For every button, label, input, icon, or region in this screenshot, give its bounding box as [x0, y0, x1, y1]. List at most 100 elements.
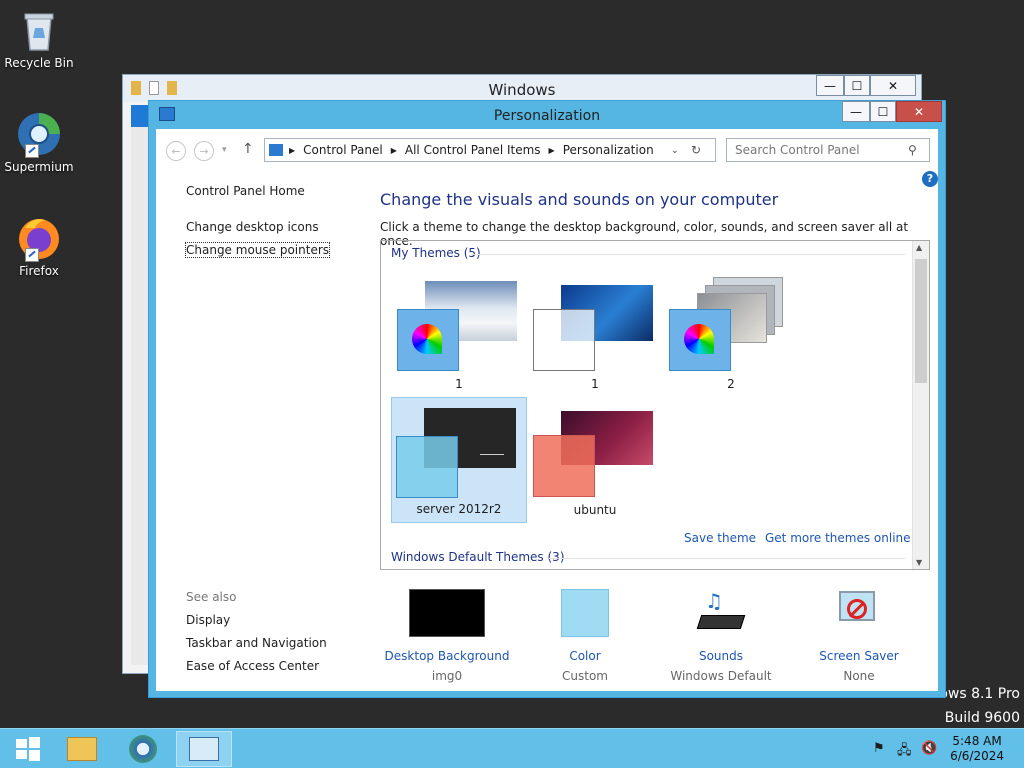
taskbar-file-explorer[interactable]: [54, 731, 110, 767]
start-button[interactable]: [0, 731, 56, 767]
theme-tile[interactable]: 1: [527, 271, 663, 397]
theme-color-swatch: [533, 309, 595, 371]
color-swatch: [561, 589, 609, 637]
display-link[interactable]: Display: [186, 613, 230, 627]
taskbar-control-panel[interactable]: [176, 731, 232, 767]
os-watermark-edition: ows 8.1 Pro: [939, 686, 1020, 702]
shortcut-arrow-icon: [25, 248, 39, 262]
explorer-nav-pane: [131, 105, 149, 665]
scroll-up-icon[interactable]: ▲: [916, 243, 922, 252]
change-desktop-icons-link[interactable]: Change desktop icons: [186, 220, 319, 234]
volume-muted-icon[interactable]: 🔇: [921, 741, 937, 756]
my-themes-group-label: My Themes (5): [391, 246, 481, 260]
recent-locations-chevron-icon[interactable]: ▾: [222, 145, 227, 155]
desktop-background-item[interactable]: Desktop Background img0: [382, 589, 512, 683]
address-row: ← → ▾ ↑ ▶ Control Panel ▶ All Control Pa…: [156, 137, 938, 163]
maximize-button[interactable]: ☐: [870, 101, 896, 122]
desktop-background-thumbnail: [409, 589, 485, 637]
clock-time: 5:48 AM: [952, 734, 1002, 748]
taskbar-navigation-link[interactable]: Taskbar and Navigation: [186, 636, 327, 650]
address-dropdown-icon[interactable]: ⌄: [671, 145, 679, 156]
search-icon[interactable]: ⚲: [908, 143, 917, 157]
search-input[interactable]: Search Control Panel: [726, 138, 930, 162]
screen-saver-value: None: [843, 669, 875, 683]
back-button[interactable]: ←: [166, 141, 186, 161]
recycle-bin-shortcut[interactable]: Recycle Bin: [4, 6, 74, 70]
breadcrumb-personalization[interactable]: Personalization: [563, 143, 654, 157]
color-item[interactable]: Color Custom: [520, 589, 650, 683]
explorer-window-title: Windows: [488, 81, 556, 99]
scroll-down-icon[interactable]: ▼: [916, 558, 922, 567]
theme-color-swatch: [396, 436, 458, 498]
file-explorer-icon: [67, 737, 97, 761]
breadcrumb-separator-icon: ▶: [390, 145, 397, 155]
theme-color-swatch: [397, 309, 459, 371]
theme-tile[interactable]: 1: [391, 271, 527, 397]
clock-date: 6/6/2024: [950, 749, 1004, 763]
control-panel-icon: [189, 737, 219, 761]
color-value: Custom: [562, 669, 608, 683]
scrollbar-thumb[interactable]: [915, 259, 927, 383]
desktop-background-label: Desktop Background: [384, 649, 510, 663]
supermium-icon: [129, 735, 157, 763]
action-center-flag-icon[interactable]: ⚑: [873, 741, 885, 756]
themes-list[interactable]: My Themes (5) 1 1 2 server 2012r2 ubuntu…: [380, 240, 930, 570]
theme-name: 2: [727, 377, 735, 391]
firefox-shortcut[interactable]: Firefox: [4, 214, 74, 278]
network-icon[interactable]: 🖧: [897, 741, 912, 763]
explorer-close-button[interactable]: ✕: [870, 75, 916, 96]
breadcrumb-control-panel[interactable]: Control Panel: [303, 143, 383, 157]
control-panel-content: ← → ▾ ↑ ▶ Control Panel ▶ All Control Pa…: [156, 129, 938, 691]
minimize-button[interactable]: —: [842, 101, 870, 122]
theme-name: 1: [591, 377, 599, 391]
save-theme-link[interactable]: Save theme: [684, 531, 756, 545]
control-panel-icon: [269, 144, 283, 156]
breadcrumb-separator-icon: ▶: [289, 145, 296, 155]
firefox-label: Firefox: [19, 264, 59, 278]
sounds-item[interactable]: ♫ Sounds Windows Default: [656, 589, 786, 683]
see-also-heading: See also: [186, 590, 237, 604]
personalization-window[interactable]: Personalization — ☐ ✕ ← → ▾ ↑ ▶ Control …: [148, 100, 946, 698]
theme-name: ubuntu: [573, 503, 617, 517]
forward-button[interactable]: →: [194, 141, 214, 161]
sounds-label: Sounds: [698, 649, 744, 663]
theme-tile[interactable]: 2: [663, 271, 799, 397]
help-icon[interactable]: ?: [922, 171, 938, 187]
recycle-bin-icon: [15, 6, 63, 54]
refresh-icon[interactable]: ↻: [691, 143, 701, 157]
change-mouse-pointers-link[interactable]: Change mouse pointers: [184, 242, 331, 258]
theme-color-swatch: [533, 435, 595, 497]
up-arrow-icon[interactable]: ↑: [242, 141, 254, 157]
supermium-shortcut[interactable]: Supermium: [4, 110, 74, 174]
theme-tile[interactable]: ubuntu: [527, 397, 663, 523]
shortcut-arrow-icon: [25, 144, 39, 158]
sounds-icon: ♫: [696, 589, 746, 637]
address-bar[interactable]: ▶ Control Panel ▶ All Control Panel Item…: [264, 138, 716, 162]
theme-name: 1: [455, 377, 463, 391]
get-more-themes-link[interactable]: Get more themes online: [765, 531, 911, 545]
theme-tile-selected[interactable]: server 2012r2: [391, 397, 527, 523]
theme-color-swatch: [669, 309, 731, 371]
screen-saver-label: Screen Saver: [819, 649, 899, 663]
taskbar: ⚑ 🖧 🔇 5:48 AM 6/6/2024: [0, 728, 1024, 768]
control-panel-home-link[interactable]: Control Panel Home: [186, 184, 305, 198]
explorer-title-bar[interactable]: Windows — ☐ ✕: [123, 75, 921, 102]
breadcrumb-all-items[interactable]: All Control Panel Items: [405, 143, 541, 157]
desktop-background-value: img0: [431, 669, 463, 683]
firefox-icon: [15, 214, 63, 262]
system-clock[interactable]: 5:48 AM 6/6/2024: [950, 734, 1004, 764]
default-themes-group-label: Windows Default Themes (3): [391, 550, 565, 564]
color-fan-icon: [684, 324, 714, 354]
ease-of-access-link[interactable]: Ease of Access Center: [186, 659, 319, 673]
theme-name: server 2012r2: [416, 502, 502, 516]
breadcrumb-separator-icon: ▶: [548, 145, 555, 155]
screen-saver-item[interactable]: Screen Saver None: [794, 589, 924, 683]
themes-scrollbar[interactable]: ▲ ▼: [912, 241, 929, 569]
sounds-value: Windows Default: [670, 669, 772, 683]
explorer-minimize-button[interactable]: —: [816, 75, 844, 96]
screen-saver-icon: [835, 589, 883, 637]
taskbar-supermium[interactable]: [115, 731, 171, 767]
close-button[interactable]: ✕: [896, 101, 942, 122]
explorer-maximize-button[interactable]: ☐: [844, 75, 870, 96]
personalization-title-bar[interactable]: Personalization — ☐ ✕: [149, 101, 945, 129]
